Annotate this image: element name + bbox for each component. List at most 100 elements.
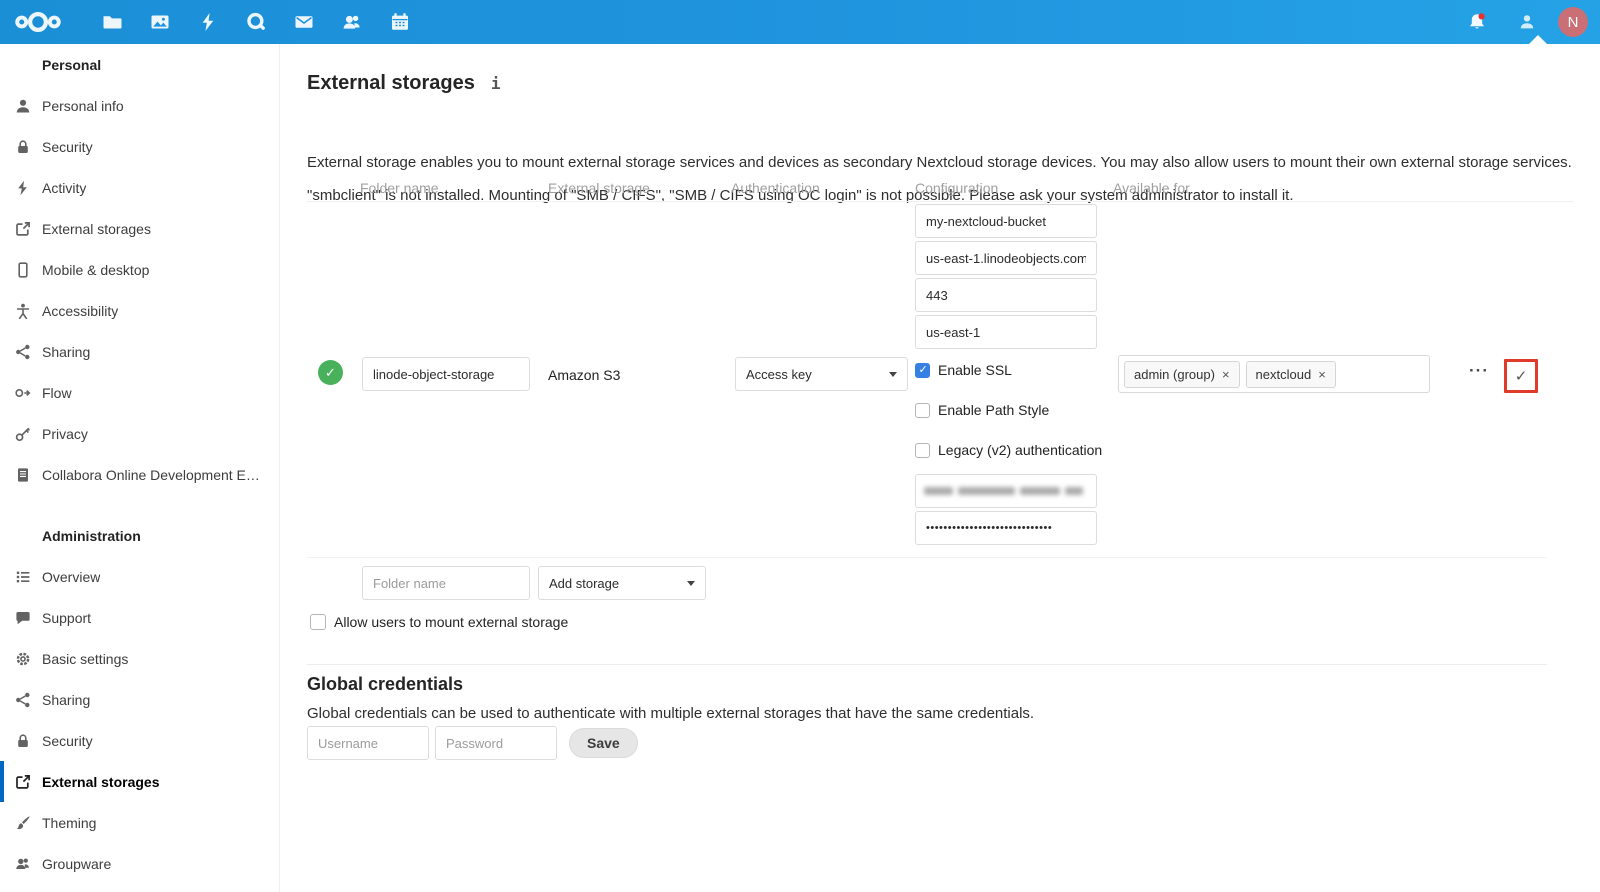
sidebar-item-label: Personal info (42, 98, 124, 114)
sidebar-item-mobile-desktop[interactable]: Mobile & desktop (0, 249, 279, 290)
nextcloud-logo-icon[interactable] (14, 0, 62, 44)
sidebar-item-theming[interactable]: Theming (0, 802, 279, 843)
sidebar-item-support[interactable]: Support (0, 597, 279, 638)
table-header-divider (307, 201, 1573, 202)
flow-icon (15, 385, 31, 401)
phone-icon (15, 262, 31, 278)
external-storages-settings: External storagesi External storage enab… (307, 44, 1600, 892)
chevron-down-icon (687, 581, 695, 586)
mail-icon[interactable] (280, 0, 328, 44)
sidebar-item-external-storages-admin[interactable]: External storages (0, 761, 279, 802)
personal-section-caption: Personal (0, 44, 279, 85)
sidebar-item-label: Security (42, 139, 93, 155)
access-key-input-redacted[interactable] (915, 474, 1097, 508)
avatar[interactable]: N (1558, 7, 1588, 37)
sidebar-item-label: Activity (42, 180, 86, 196)
save-button[interactable]: Save (569, 728, 638, 758)
sidebar-item-security-admin[interactable]: Security (0, 720, 279, 761)
sidebar-item-sharing-personal[interactable]: Sharing (0, 331, 279, 372)
sidebar-item-label: Privacy (42, 426, 88, 442)
chat-icon (15, 610, 31, 626)
sidebar-item-label: Groupware (42, 856, 111, 872)
lock-icon (15, 139, 31, 155)
add-storage-select-value: Add storage (549, 576, 619, 591)
global-credentials-description: Global credentials can be used to authen… (307, 705, 1034, 722)
sidebar-item-external-storages-personal[interactable]: External storages (0, 208, 279, 249)
sidebar-item-accessibility[interactable]: Accessibility (0, 290, 279, 331)
gear-icon (15, 651, 31, 667)
chip-label: nextcloud (1256, 367, 1312, 382)
calendar-icon[interactable] (376, 0, 424, 44)
storage-status-ok-icon: ✓ (318, 360, 343, 385)
sidebar-item-label: Sharing (42, 692, 90, 708)
row-options-ellipsis-button[interactable]: ··· (1462, 361, 1496, 385)
sidebar-item-groupware[interactable]: Groupware (0, 843, 279, 884)
col-header-folder-name: Folder name (360, 180, 439, 196)
sidebar-item-label: Basic settings (42, 651, 128, 667)
folder-name-input[interactable] (362, 357, 530, 391)
sidebar-item-label: Collabora Online Development Edit... (42, 467, 267, 483)
sidebar-item-label: Support (42, 610, 91, 626)
global-password-input[interactable] (435, 726, 557, 760)
sidebar-item-overview[interactable]: Overview (0, 556, 279, 597)
remove-chip-icon[interactable]: × (1222, 367, 1230, 382)
share-icon (15, 344, 31, 360)
sidebar-item-privacy[interactable]: Privacy (0, 413, 279, 454)
hostname-input[interactable] (915, 241, 1097, 275)
add-storage-select[interactable]: Add storage (538, 566, 706, 600)
intro-text: External storage enables you to mount ex… (307, 154, 1572, 171)
col-header-external-storage: External storage (548, 180, 650, 196)
checkbox-label: Legacy (v2) authentication (938, 442, 1102, 458)
remove-chip-icon[interactable]: × (1318, 367, 1326, 382)
enable-path-style-checkbox[interactable]: Enable Path Style (915, 402, 1049, 418)
sidebar-item-basic-settings[interactable]: Basic settings (0, 638, 279, 679)
region-input[interactable] (915, 315, 1097, 349)
sidebar-item-label: External storages (42, 774, 160, 790)
checkbox-box[interactable] (915, 403, 930, 418)
save-storage-check-button[interactable]: ✓ (1504, 359, 1538, 393)
sidebar-item-label: Flow (42, 385, 72, 401)
legacy-auth-checkbox[interactable]: Legacy (v2) authentication (915, 442, 1102, 458)
check-icon: ✓ (1515, 367, 1528, 385)
sidebar-item-label: Mobile & desktop (42, 262, 149, 278)
share-icon (15, 692, 31, 708)
people-icon (15, 856, 31, 872)
photos-icon[interactable] (136, 0, 184, 44)
available-for-input[interactable]: admin (group) × nextcloud × (1118, 355, 1430, 393)
administration-section-caption: Administration (0, 515, 279, 556)
contacts-icon[interactable] (328, 0, 376, 44)
activity-icon[interactable] (184, 0, 232, 44)
enable-ssl-checkbox[interactable]: Enable SSL (915, 362, 1012, 378)
checkbox-box[interactable] (310, 614, 326, 630)
page-title: External storagesi (307, 72, 501, 95)
sidebar-item-label: Security (42, 733, 93, 749)
sidebar-item-sharing-admin[interactable]: Sharing (0, 679, 279, 720)
port-input[interactable] (915, 278, 1097, 312)
sidebar-item-activity[interactable]: Activity (0, 167, 279, 208)
info-icon[interactable]: i (491, 74, 501, 93)
key-icon (15, 426, 31, 442)
allow-users-mount-checkbox[interactable]: Allow users to mount external storage (310, 614, 568, 630)
secret-key-input[interactable] (915, 511, 1097, 545)
storages-table: Folder name External storage Authenticat… (307, 180, 1573, 559)
settings-sidebar: Personal Personal info Security Activity… (0, 44, 280, 892)
available-for-chip: admin (group) × (1124, 361, 1240, 388)
talk-icon[interactable] (232, 0, 280, 44)
list-icon (15, 569, 31, 585)
chevron-down-icon (889, 372, 897, 377)
notifications-bell-icon[interactable] (1458, 0, 1496, 44)
sidebar-item-personal-info[interactable]: Personal info (0, 85, 279, 126)
external-link-icon (15, 221, 31, 237)
sidebar-item-collabora[interactable]: Collabora Online Development Edit... (0, 454, 279, 495)
checkbox-box[interactable] (915, 363, 930, 378)
bucket-input[interactable] (915, 204, 1097, 238)
sidebar-item-flow[interactable]: Flow (0, 372, 279, 413)
row-divider (307, 557, 1547, 558)
files-icon[interactable] (88, 0, 136, 44)
checkbox-box[interactable] (915, 443, 930, 458)
sidebar-item-security-personal[interactable]: Security (0, 126, 279, 167)
new-folder-name-input[interactable] (362, 566, 530, 600)
authentication-select[interactable]: Access key (735, 357, 908, 391)
sidebar-item-label: Sharing (42, 344, 90, 360)
global-username-input[interactable] (307, 726, 429, 760)
